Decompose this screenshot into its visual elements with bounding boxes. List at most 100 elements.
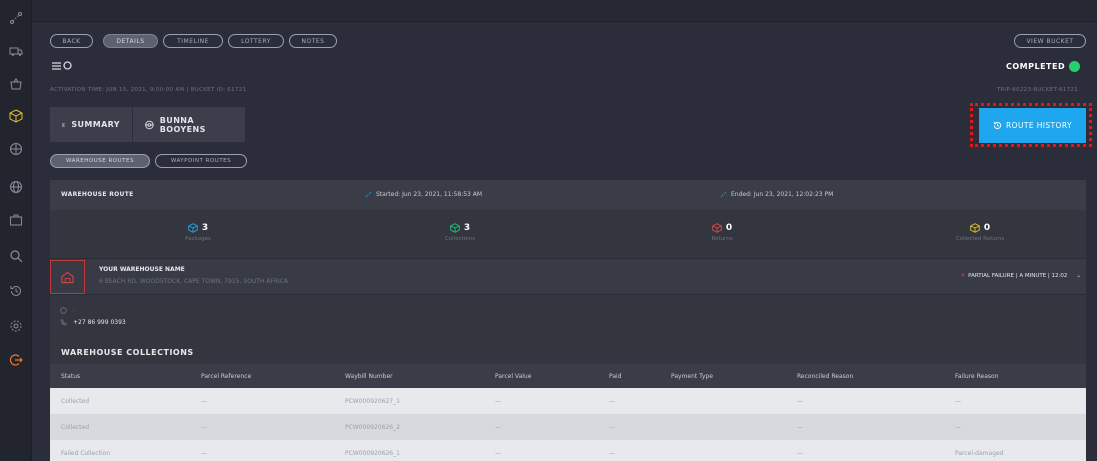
contact-phone: +27 86 999 0393 bbox=[60, 319, 126, 326]
driver-button[interactable]: BUNNA BOOYENS bbox=[133, 107, 245, 142]
cell-parcel-value: — bbox=[495, 450, 501, 457]
tab-back[interactable]: BACK bbox=[50, 34, 93, 48]
status-badge: COMPLETED bbox=[1006, 61, 1081, 72]
package-icon bbox=[188, 223, 198, 233]
package-icon bbox=[712, 223, 722, 233]
phone-icon bbox=[60, 319, 67, 326]
stat-value: 3 bbox=[201, 223, 209, 233]
package-icon bbox=[970, 223, 980, 233]
globe-grid-icon[interactable] bbox=[8, 141, 24, 157]
column-header: Paid bbox=[609, 373, 622, 380]
column-header: Payment Type bbox=[671, 373, 713, 380]
tab-timeline[interactable]: TIMELINE bbox=[163, 34, 223, 48]
trip-id: TRIP-80223-BUCKET-61721 bbox=[996, 87, 1078, 93]
route-history-button[interactable]: ROUTE HISTORY bbox=[979, 108, 1086, 143]
list-toggle[interactable] bbox=[52, 61, 72, 70]
cell-parcel-reference: — bbox=[201, 450, 207, 457]
stat-returns: 0 Returns bbox=[662, 223, 782, 242]
cell-status: Failed Collection bbox=[61, 450, 110, 457]
stat-collected-returns: 0 Collected Returns bbox=[920, 223, 1040, 242]
cell-paid: — bbox=[609, 398, 615, 405]
summary-button[interactable]: SUMMARY bbox=[50, 107, 132, 142]
cell-status: Collected bbox=[61, 424, 90, 431]
summary-icon bbox=[62, 122, 66, 127]
driver-icon bbox=[145, 120, 154, 129]
stat-collections: 3 Collections bbox=[400, 223, 520, 242]
settings-icon[interactable] bbox=[8, 318, 24, 334]
column-header: Status bbox=[61, 373, 81, 380]
stat-packages: 3 Packages bbox=[138, 223, 258, 242]
cell-parcel-value: — bbox=[495, 398, 501, 405]
globe-icon[interactable] bbox=[8, 179, 24, 195]
status-dot bbox=[1069, 61, 1081, 72]
cell-reconciled-reason: — bbox=[797, 450, 803, 457]
activation-info: ACTIVATION TIME: JUN 15, 2021, 9:00:00 A… bbox=[50, 87, 247, 93]
search-icon[interactable] bbox=[8, 248, 24, 264]
cell-paid: — bbox=[609, 424, 615, 431]
cell-failure-reason: — bbox=[955, 398, 961, 405]
warehouse-name: YOUR WAREHOUSE NAME bbox=[99, 266, 185, 273]
route-icon bbox=[720, 191, 727, 198]
sidebar bbox=[0, 0, 32, 461]
route-ended: Ended: Jun 23, 2021, 12:02:23 PM bbox=[720, 191, 833, 198]
cell-parcel-value: — bbox=[495, 424, 501, 431]
cell-waybill: PCW000920626_1 bbox=[345, 450, 400, 457]
tab-lottery[interactable]: LOTTERY bbox=[228, 34, 284, 48]
column-header: Parcel Value bbox=[495, 373, 532, 380]
close-icon: ✕ bbox=[960, 273, 966, 279]
contact-email: - bbox=[60, 307, 75, 314]
summary-label: SUMMARY bbox=[71, 120, 120, 129]
warehouse-route-title: WAREHOUSE ROUTE bbox=[61, 191, 134, 198]
stat-label: Packages bbox=[185, 236, 211, 242]
cell-status: Collected bbox=[61, 398, 90, 405]
list-icon bbox=[52, 61, 61, 70]
tab-notes[interactable]: NOTES bbox=[289, 34, 337, 48]
briefcase-icon[interactable] bbox=[8, 212, 24, 228]
package-icon[interactable] bbox=[8, 108, 24, 124]
cell-reconciled-reason: — bbox=[797, 424, 803, 431]
column-header: Failure Reason bbox=[955, 373, 999, 380]
status-label: COMPLETED bbox=[1006, 62, 1066, 71]
warehouse-address: 6 BEACH RD, WOODSTOCK, CAPE TOWN, 7915, … bbox=[99, 278, 289, 285]
warehouse-collections-title: WAREHOUSE COLLECTIONS bbox=[61, 348, 194, 357]
route-history-label: ROUTE HISTORY bbox=[1006, 121, 1072, 130]
column-header: Parcel Reference bbox=[201, 373, 252, 380]
partial-failure-text: PARTIAL FAILURE | A MINUTE | 12:02 bbox=[968, 273, 1068, 279]
cell-parcel-reference: — bbox=[201, 398, 207, 405]
chevron-down-icon: ⌄ bbox=[1076, 273, 1081, 279]
stat-label: Collections bbox=[444, 236, 476, 242]
table-row[interactable]: Failed Collection — PCW000920626_1 — — —… bbox=[50, 440, 1086, 461]
table-row[interactable]: Collected — PCW000920627_1 — — — — bbox=[50, 388, 1086, 414]
email-icon bbox=[60, 307, 67, 314]
cell-reconciled-reason: — bbox=[797, 398, 803, 405]
partial-failure-status[interactable]: ✕ PARTIAL FAILURE | A MINUTE | 12:02 ⌄ bbox=[961, 273, 1081, 279]
truck-icon[interactable] bbox=[8, 43, 24, 59]
driver-label: BUNNA BOOYENS bbox=[159, 115, 206, 134]
contact-phone-text: +27 86 999 0393 bbox=[73, 319, 126, 326]
tab-details[interactable]: DETAILS bbox=[103, 34, 158, 48]
history-icon[interactable] bbox=[8, 283, 24, 299]
view-bucket-button[interactable]: VIEW BUCKET bbox=[1014, 34, 1086, 48]
stat-value: 0 bbox=[983, 223, 991, 233]
warehouse-icon bbox=[61, 271, 74, 283]
route-ended-text: Ended: Jun 23, 2021, 12:02:23 PM bbox=[731, 191, 834, 198]
package-icon bbox=[450, 223, 460, 233]
history-icon bbox=[993, 121, 1002, 130]
route-icon[interactable] bbox=[8, 10, 24, 26]
table-row[interactable]: Collected — PCW000920626_2 — — — — bbox=[50, 414, 1086, 440]
collections-table-header: Status Parcel Reference Waybill Number P… bbox=[50, 364, 1086, 388]
route-started: Started: Jun 23, 2021, 11:58:53 AM bbox=[365, 191, 482, 198]
cell-waybill: PCW000920627_1 bbox=[345, 398, 400, 405]
cell-parcel-reference: — bbox=[201, 424, 207, 431]
circle-icon bbox=[63, 61, 72, 70]
warehouse-address-row[interactable]: YOUR WAREHOUSE NAME 6 BEACH RD, WOODSTOC… bbox=[50, 258, 1086, 295]
stat-value: 3 bbox=[463, 223, 471, 233]
waypoint-routes-pill[interactable]: WAYPOINT ROUTES bbox=[155, 154, 247, 168]
basket-icon[interactable] bbox=[8, 76, 24, 92]
logout-icon[interactable] bbox=[8, 352, 24, 368]
warehouse-routes-pill[interactable]: WAREHOUSE ROUTES bbox=[50, 154, 150, 168]
top-bar bbox=[32, 0, 1097, 22]
column-header: Waybill Number bbox=[345, 373, 393, 380]
warehouse-route-card: WAREHOUSE ROUTE Started: Jun 23, 2021, 1… bbox=[50, 180, 1086, 461]
cell-failure-reason: — bbox=[955, 424, 961, 431]
